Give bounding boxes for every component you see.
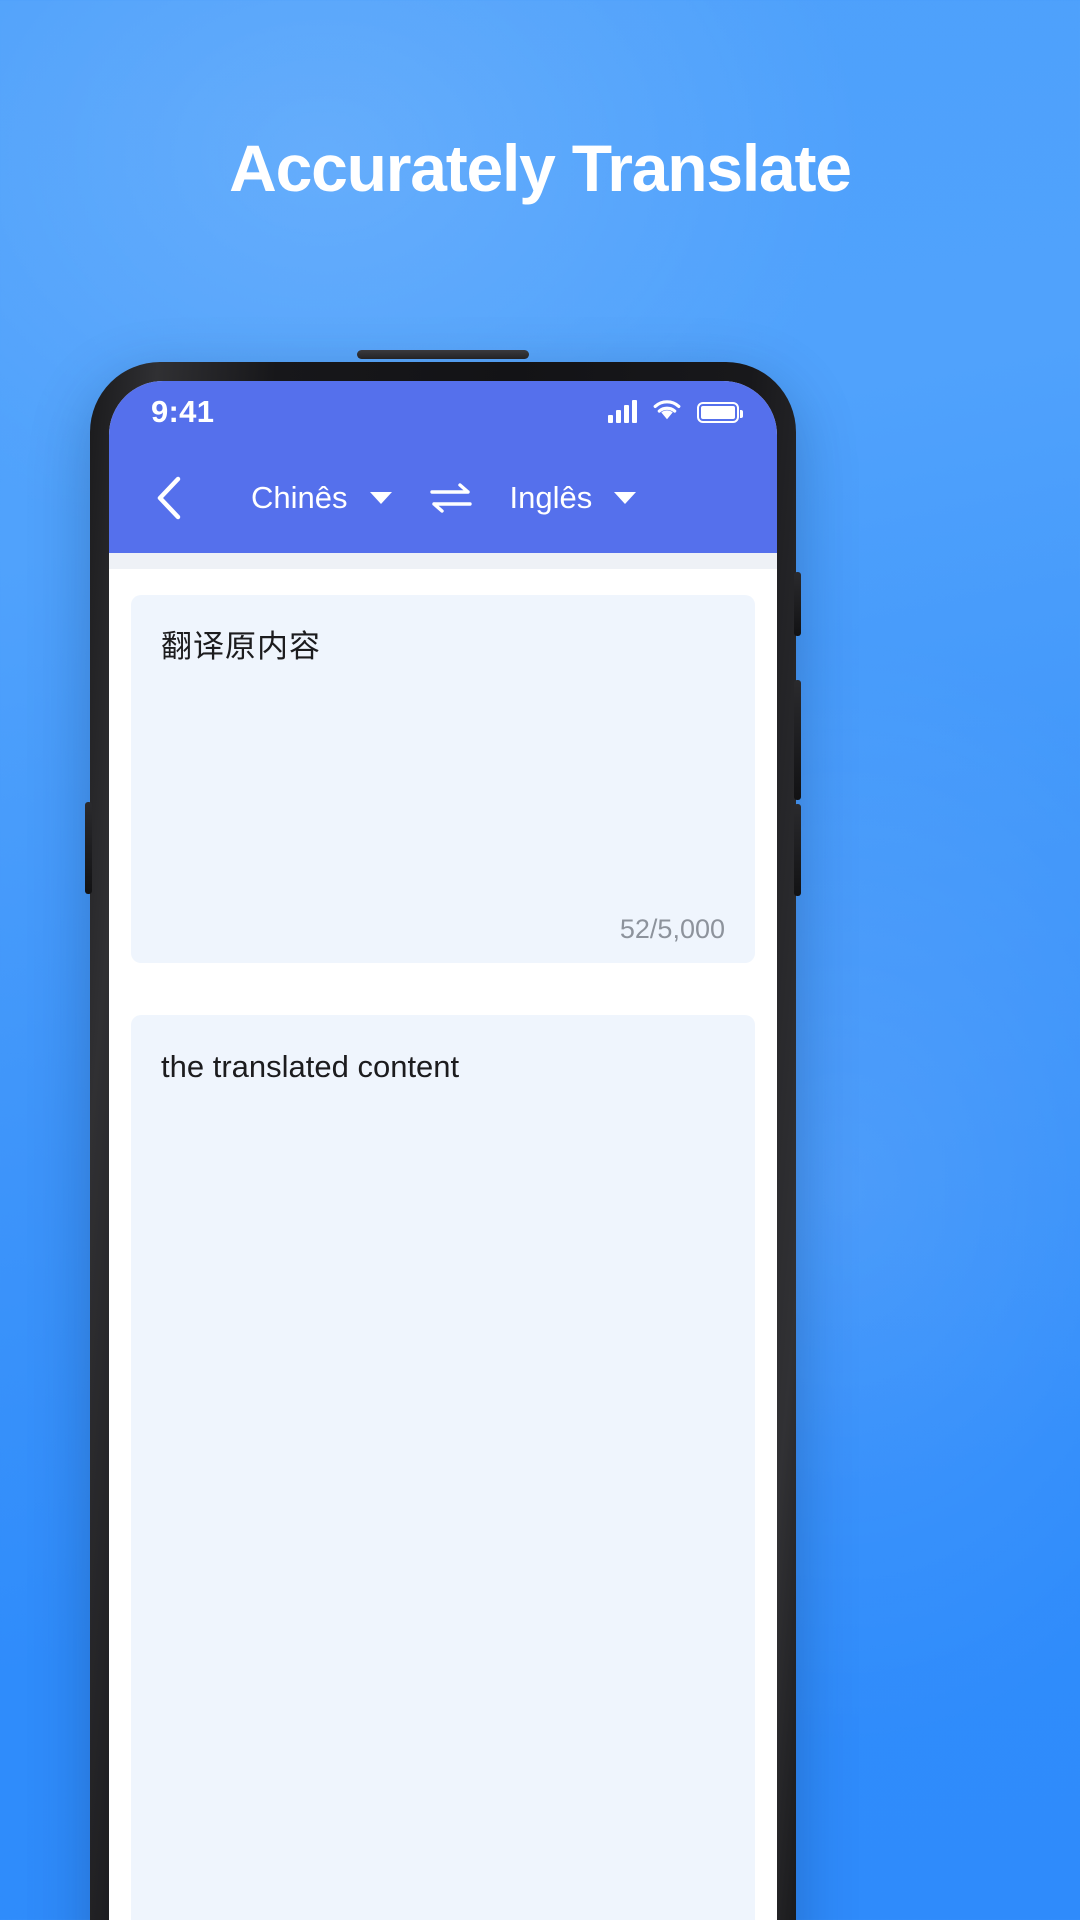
- header-divider: [109, 553, 777, 569]
- source-language-selector[interactable]: Chinês: [245, 476, 398, 520]
- back-icon[interactable]: [143, 472, 195, 524]
- power-button[interactable]: [794, 572, 801, 636]
- translation-body: 翻译原内容 52/5,000 the translated content Co…: [109, 569, 777, 1920]
- swap-languages-button[interactable]: [428, 481, 474, 515]
- source-language-label: Chinês: [251, 480, 348, 515]
- battery-icon: [697, 401, 743, 423]
- character-counter: 52/5,000: [619, 914, 725, 944]
- status-bar: 9:41: [109, 381, 777, 443]
- phone-mockup: 9:41 Chinês Inglês 翻译原内容 52/5,000 the tr…: [85, 350, 801, 1920]
- app-header: Chinês Inglês: [109, 443, 777, 553]
- target-text-panel[interactable]: the translated content Copy: [131, 1015, 755, 1920]
- volume-down-button[interactable]: [794, 804, 801, 896]
- volume-button-left[interactable]: [85, 802, 92, 894]
- chevron-down-icon: [369, 492, 392, 504]
- target-language-selector[interactable]: Inglês: [504, 476, 643, 520]
- status-icons: [608, 398, 743, 426]
- chevron-down-icon: [614, 492, 637, 504]
- target-text: the translated content: [161, 1049, 460, 1084]
- source-text: 翻译原内容: [161, 629, 321, 664]
- speaker-grill: [357, 350, 529, 359]
- status-time: 9:41: [151, 394, 215, 429]
- phone-screen: 9:41 Chinês Inglês 翻译原内容 52/5,000 the tr…: [109, 381, 777, 1920]
- page-title: Accurately Translate: [229, 131, 852, 205]
- volume-up-button[interactable]: [794, 680, 801, 800]
- signal-icon: [608, 400, 637, 423]
- target-language-label: Inglês: [509, 480, 593, 515]
- source-text-panel[interactable]: 翻译原内容 52/5,000: [131, 595, 755, 963]
- wifi-icon: [652, 398, 682, 426]
